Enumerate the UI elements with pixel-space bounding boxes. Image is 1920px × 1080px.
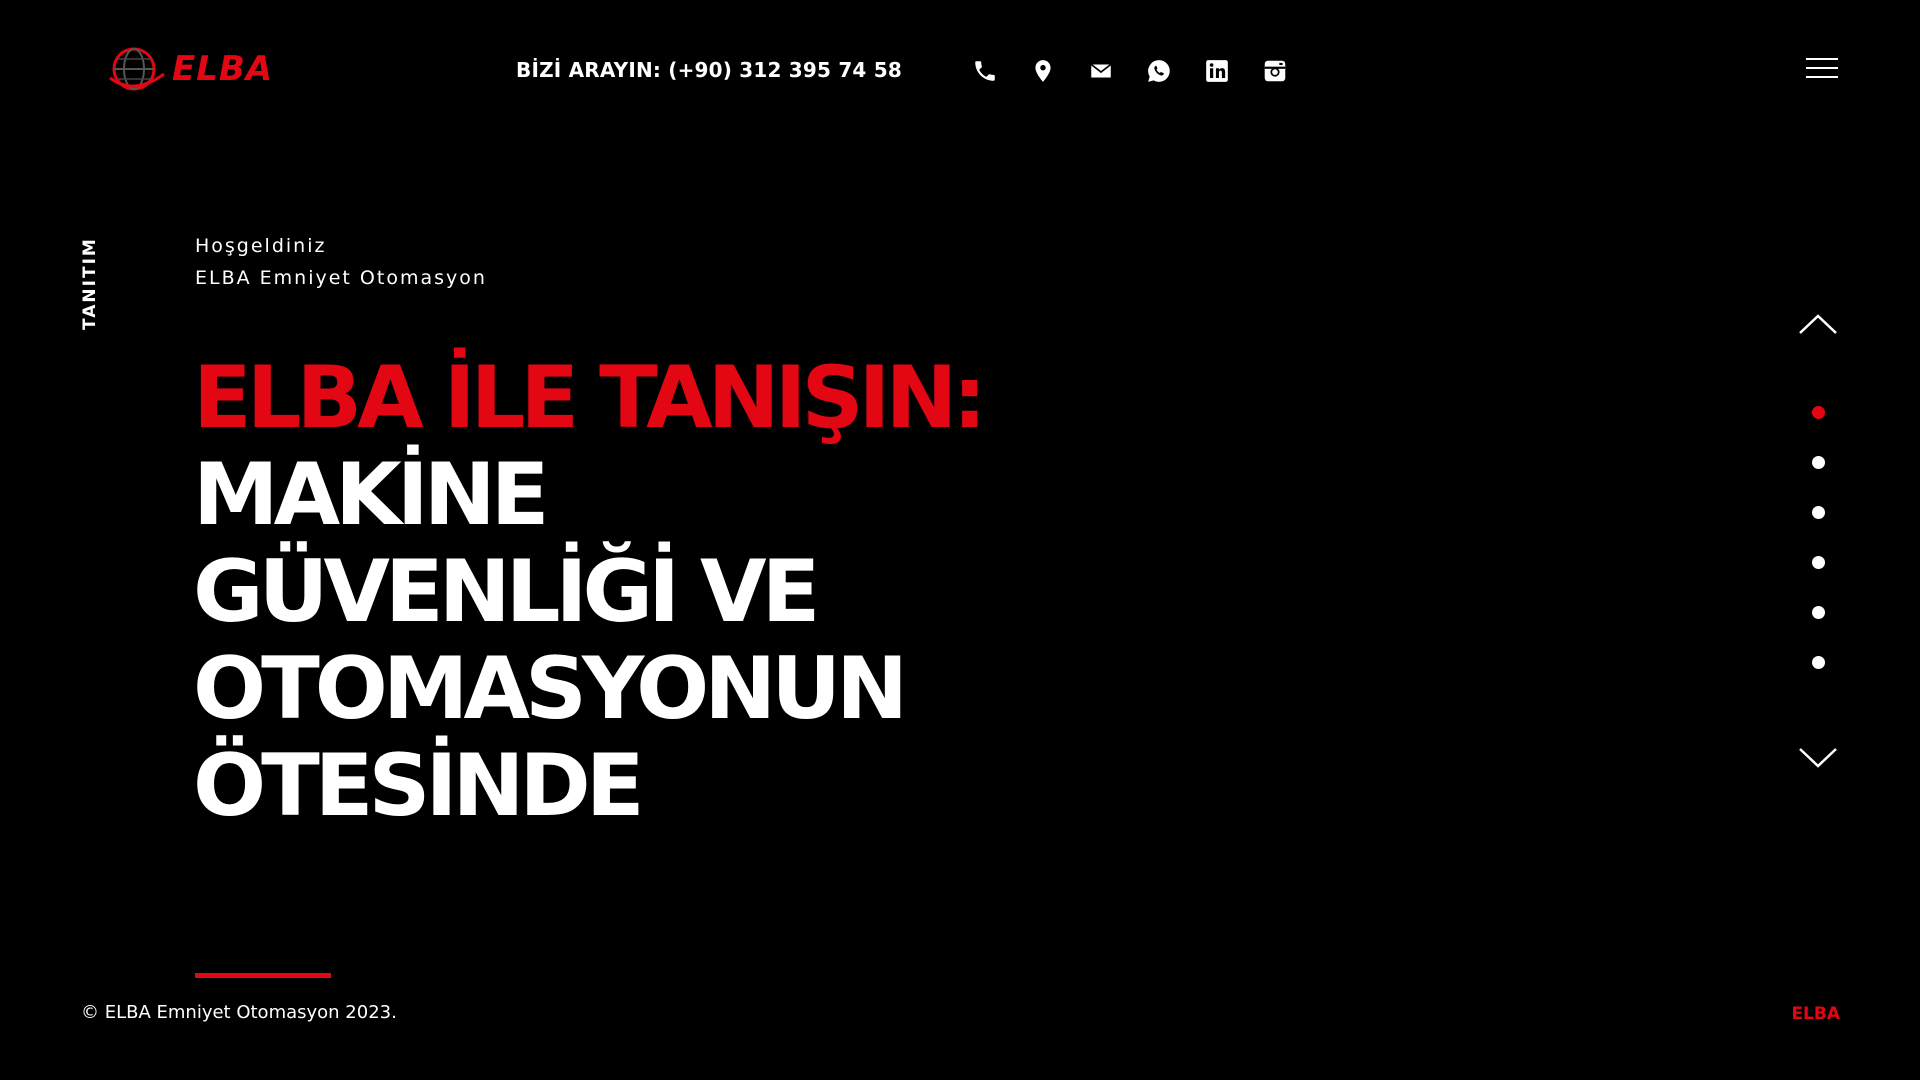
hamburger-menu-icon[interactable] xyxy=(1806,58,1838,80)
slide-up-button[interactable] xyxy=(1798,312,1838,336)
mail-link[interactable] xyxy=(1086,56,1116,86)
menu-line xyxy=(1806,67,1838,69)
linkedin-link[interactable] xyxy=(1202,56,1232,86)
phone-link[interactable] xyxy=(970,56,1000,86)
copyright-text: © ELBA Emniyet Otomasyon 2023. xyxy=(81,1002,397,1023)
section-label: TANITIM xyxy=(80,237,100,330)
headline-line: OTOMASYONUN xyxy=(193,639,908,739)
slide-dot[interactable] xyxy=(1812,456,1825,469)
instagram-icon xyxy=(1264,60,1286,82)
welcome-text: Hoşgeldiniz xyxy=(195,235,327,257)
chevron-down-icon xyxy=(1799,748,1837,768)
page: ELBA BİZİ ARAYIN: (+90) 312 395 74 58 TA… xyxy=(0,0,1920,1080)
footer-brand: ELBA xyxy=(1791,1004,1840,1024)
social-links xyxy=(970,56,1318,86)
headline-line: GÜVENLİĞİ VE xyxy=(193,542,820,642)
whatsapp-icon xyxy=(1148,60,1170,82)
mail-icon xyxy=(1090,63,1112,78)
menu-line xyxy=(1806,58,1838,60)
slide-dot[interactable] xyxy=(1812,506,1825,519)
headline-line: MAKİNE xyxy=(193,445,550,545)
call-us-text[interactable]: BİZİ ARAYIN: (+90) 312 395 74 58 xyxy=(516,58,902,82)
hero-headline: ELBA İLE TANIŞIN: MAKİNE GÜVENLİĞİ VE OT… xyxy=(193,350,1093,835)
slide-dot[interactable] xyxy=(1812,406,1825,419)
slide-dot[interactable] xyxy=(1812,556,1825,569)
slide-dot[interactable] xyxy=(1812,606,1825,619)
headline-accent: ELBA İLE TANIŞIN: xyxy=(193,348,987,448)
slide-dot[interactable] xyxy=(1812,656,1825,669)
chevron-up-icon xyxy=(1799,314,1837,334)
location-pin-icon xyxy=(1035,60,1051,82)
menu-line xyxy=(1806,76,1838,78)
globe-emblem-icon xyxy=(109,47,165,91)
linkedin-icon xyxy=(1206,60,1228,82)
phone-icon xyxy=(975,61,995,81)
company-name-text: ELBA Emniyet Otomasyon xyxy=(195,267,487,289)
slide-pagination xyxy=(1812,406,1826,706)
whatsapp-link[interactable] xyxy=(1144,56,1174,86)
logo[interactable]: ELBA xyxy=(106,44,273,94)
slide-down-button[interactable] xyxy=(1798,746,1838,770)
headline-line: ÖTESİNDE xyxy=(193,736,645,836)
instagram-link[interactable] xyxy=(1260,56,1290,86)
accent-bar xyxy=(195,973,331,978)
logo-text: ELBA xyxy=(172,49,274,89)
location-link[interactable] xyxy=(1028,56,1058,86)
welcome-block: Hoşgeldiniz ELBA Emniyet Otomasyon xyxy=(195,230,487,294)
